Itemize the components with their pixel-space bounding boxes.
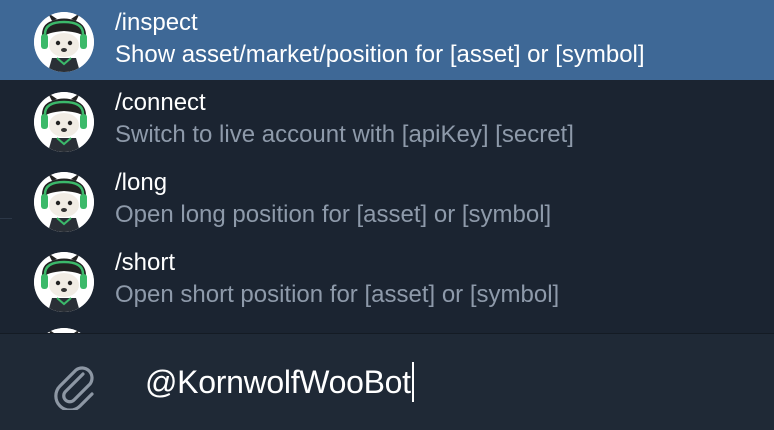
command-name: /connect <box>115 89 206 116</box>
paperclip-icon <box>54 366 94 412</box>
command-suggestions-list: /inspect Show asset/market/position for … <box>0 0 774 333</box>
command-item-inspect[interactable]: /inspect Show asset/market/position for … <box>0 0 774 80</box>
message-input-value: @KornwolfWooBot <box>145 363 411 400</box>
command-name: /short <box>115 249 176 276</box>
command-name: /long <box>115 169 168 196</box>
command-item-connect[interactable]: /connect Switch to live account with [ap… <box>0 80 774 160</box>
bot-avatar-icon <box>34 92 94 152</box>
command-item-partial[interactable] <box>0 320 774 333</box>
text-cursor <box>411 362 414 402</box>
command-description: Open long position for [asset] or [symbo… <box>115 201 552 228</box>
command-item-short[interactable]: /short Open short position for [asset] o… <box>0 240 774 320</box>
command-item-long[interactable]: /long Open long position for [asset] or … <box>0 160 774 240</box>
attach-button[interactable] <box>50 358 98 412</box>
command-description: Switch to live account with [apiKey] [se… <box>115 121 574 148</box>
bot-avatar-icon <box>34 12 94 72</box>
bot-avatar-icon <box>34 172 94 232</box>
command-name: /inspect <box>115 9 198 36</box>
bot-avatar-icon <box>34 252 94 312</box>
command-description: Open short position for [asset] or [symb… <box>115 281 560 308</box>
message-composer: @KornwolfWooBot <box>0 333 774 430</box>
message-input[interactable]: @KornwolfWooBot <box>145 362 414 402</box>
command-description: Show asset/market/position for [asset] o… <box>115 41 645 68</box>
